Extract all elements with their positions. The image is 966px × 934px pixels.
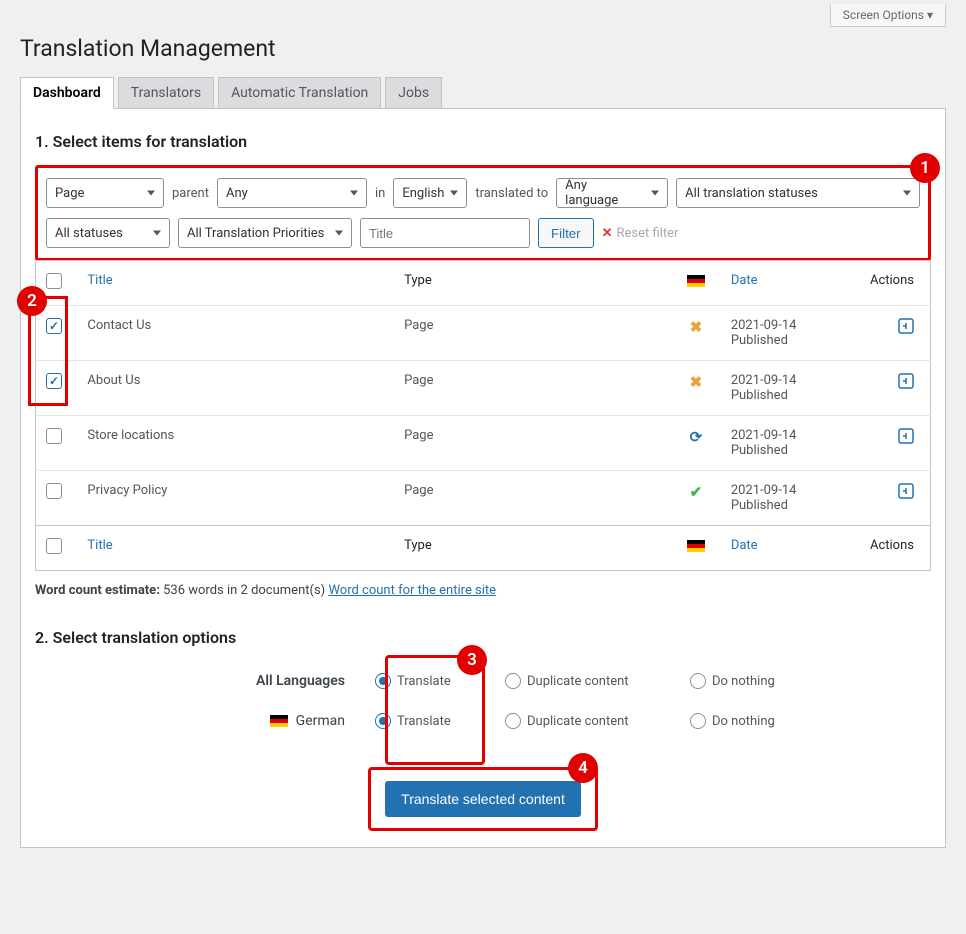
translate-selected-button[interactable]: Translate selected content	[385, 781, 581, 817]
filter-post-status[interactable]: All statuses	[46, 218, 170, 248]
word-count-label: Word count estimate:	[35, 583, 160, 598]
radio-all-nothing[interactable]	[690, 673, 706, 689]
select-all-checkbox[interactable]	[46, 273, 62, 289]
radio-de-translate[interactable]	[375, 713, 391, 729]
radio-label: Do nothing	[712, 714, 775, 729]
th-type: Type	[394, 261, 671, 306]
tab-translators[interactable]: Translators	[118, 77, 214, 108]
row-title[interactable]: Store locations	[77, 416, 394, 471]
radio-label: Translate	[397, 714, 451, 729]
step1-heading: 1. Select items for translation	[35, 132, 931, 151]
table-row: About Us Page ✖ 2021-09-14Published	[36, 361, 931, 416]
row-checkbox[interactable]	[46, 373, 62, 389]
german-flag-icon	[687, 275, 705, 287]
all-languages-label: All Languages	[35, 673, 375, 689]
tab-dashboard[interactable]: Dashboard	[20, 77, 114, 109]
table-row: Privacy Policy Page ✔ 2021-09-14Publishe…	[36, 471, 931, 526]
table-row: Store locations Page ⟳ 2021-09-14Publish…	[36, 416, 931, 471]
filter-target-language[interactable]: Any language	[556, 178, 668, 208]
german-text: German	[296, 713, 345, 729]
screen-options-toggle[interactable]: Screen Options ▾	[830, 4, 946, 27]
radio-label: Duplicate content	[527, 674, 629, 689]
reset-filter-label: Reset filter	[617, 226, 679, 241]
select-all-checkbox-footer[interactable]	[46, 538, 62, 554]
tab-jobs[interactable]: Jobs	[385, 77, 442, 108]
tf-title[interactable]: Title	[77, 526, 394, 571]
filter-priority[interactable]: All Translation Priorities	[178, 218, 352, 248]
th-actions: Actions	[860, 261, 931, 306]
row-date: 2021-09-14	[731, 373, 797, 388]
german-flag-icon	[270, 715, 288, 727]
tab-automatic-translation[interactable]: Automatic Translation	[218, 77, 381, 108]
radio-all-duplicate[interactable]	[505, 673, 521, 689]
row-state: Published	[731, 388, 788, 403]
word-count-link[interactable]: Word count for the entire site	[328, 583, 496, 598]
row-checkbox[interactable]	[46, 318, 62, 334]
close-icon: ✕	[602, 226, 613, 241]
filter-source-language[interactable]: English	[393, 178, 467, 208]
radio-all-translate[interactable]	[375, 673, 391, 689]
table-row: Contact Us Page ✖ 2021-09-14Published	[36, 306, 931, 361]
row-date: 2021-09-14	[731, 483, 797, 498]
tf-actions: Actions	[860, 526, 931, 571]
filter-title-input[interactable]	[360, 218, 530, 248]
german-label: German	[35, 713, 375, 729]
filter-button[interactable]: Filter	[538, 218, 594, 248]
row-type: Page	[394, 416, 671, 471]
tf-type: Type	[394, 526, 671, 571]
callout-1: 1	[910, 153, 940, 183]
radio-label: Duplicate content	[527, 714, 629, 729]
callout-2: 2	[17, 286, 47, 316]
row-title[interactable]: Contact Us	[77, 306, 394, 361]
row-state: Published	[731, 443, 788, 458]
callout-4: 4	[568, 753, 598, 783]
filter-post-type[interactable]: Page	[46, 178, 164, 208]
row-date: 2021-09-14	[731, 428, 797, 443]
status-needs-update-icon[interactable]: ⟳	[690, 428, 703, 446]
filter-parent[interactable]: Any	[217, 178, 367, 208]
th-title[interactable]: Title	[77, 261, 394, 306]
translate-action-icon[interactable]	[898, 373, 914, 389]
th-date[interactable]: Date	[721, 261, 860, 306]
german-flag-icon	[687, 540, 705, 552]
items-table: Title Type Date Actions Contact Us Page …	[35, 260, 931, 571]
row-type: Page	[394, 306, 671, 361]
row-date: 2021-09-14	[731, 318, 797, 333]
word-count: Word count estimate: 536 words in 2 docu…	[35, 583, 931, 598]
translate-action-icon[interactable]	[898, 318, 914, 334]
step2-heading: 2. Select translation options	[35, 628, 931, 647]
row-checkbox[interactable]	[46, 428, 62, 444]
row-type: Page	[394, 471, 671, 526]
row-state: Published	[731, 498, 788, 513]
radio-label: Translate	[397, 674, 451, 689]
radio-de-duplicate[interactable]	[505, 713, 521, 729]
translated-to-label: translated to	[475, 186, 548, 201]
filter-translation-status[interactable]: All translation statuses	[676, 178, 920, 208]
row-type: Page	[394, 361, 671, 416]
translate-action-icon[interactable]	[898, 428, 914, 444]
translation-options: 3 All Languages Translate Duplicate cont…	[35, 661, 931, 751]
row-state: Published	[731, 333, 788, 348]
parent-label: parent	[172, 186, 209, 201]
radio-label: Do nothing	[712, 674, 775, 689]
status-not-translated-icon[interactable]: ✖	[690, 318, 703, 336]
row-title[interactable]: Privacy Policy	[77, 471, 394, 526]
status-not-translated-icon[interactable]: ✖	[690, 373, 703, 391]
row-checkbox[interactable]	[46, 483, 62, 499]
dashboard-panel: 1. Select items for translation 1 Page p…	[20, 108, 946, 848]
reset-filter-link[interactable]: ✕ Reset filter	[602, 226, 679, 241]
callout-3: 3	[457, 645, 487, 675]
word-count-value: 536 words in 2 document(s)	[163, 583, 325, 598]
in-label: in	[375, 186, 385, 201]
translate-action-icon[interactable]	[898, 483, 914, 499]
status-translated-icon[interactable]: ✔	[690, 483, 703, 501]
tf-date[interactable]: Date	[721, 526, 860, 571]
radio-de-nothing[interactable]	[690, 713, 706, 729]
page-title: Translation Management	[0, 27, 966, 77]
filters: 1 Page parent Any in English translated …	[35, 165, 931, 261]
row-title[interactable]: About Us	[77, 361, 394, 416]
tabs: Dashboard Translators Automatic Translat…	[20, 77, 946, 108]
